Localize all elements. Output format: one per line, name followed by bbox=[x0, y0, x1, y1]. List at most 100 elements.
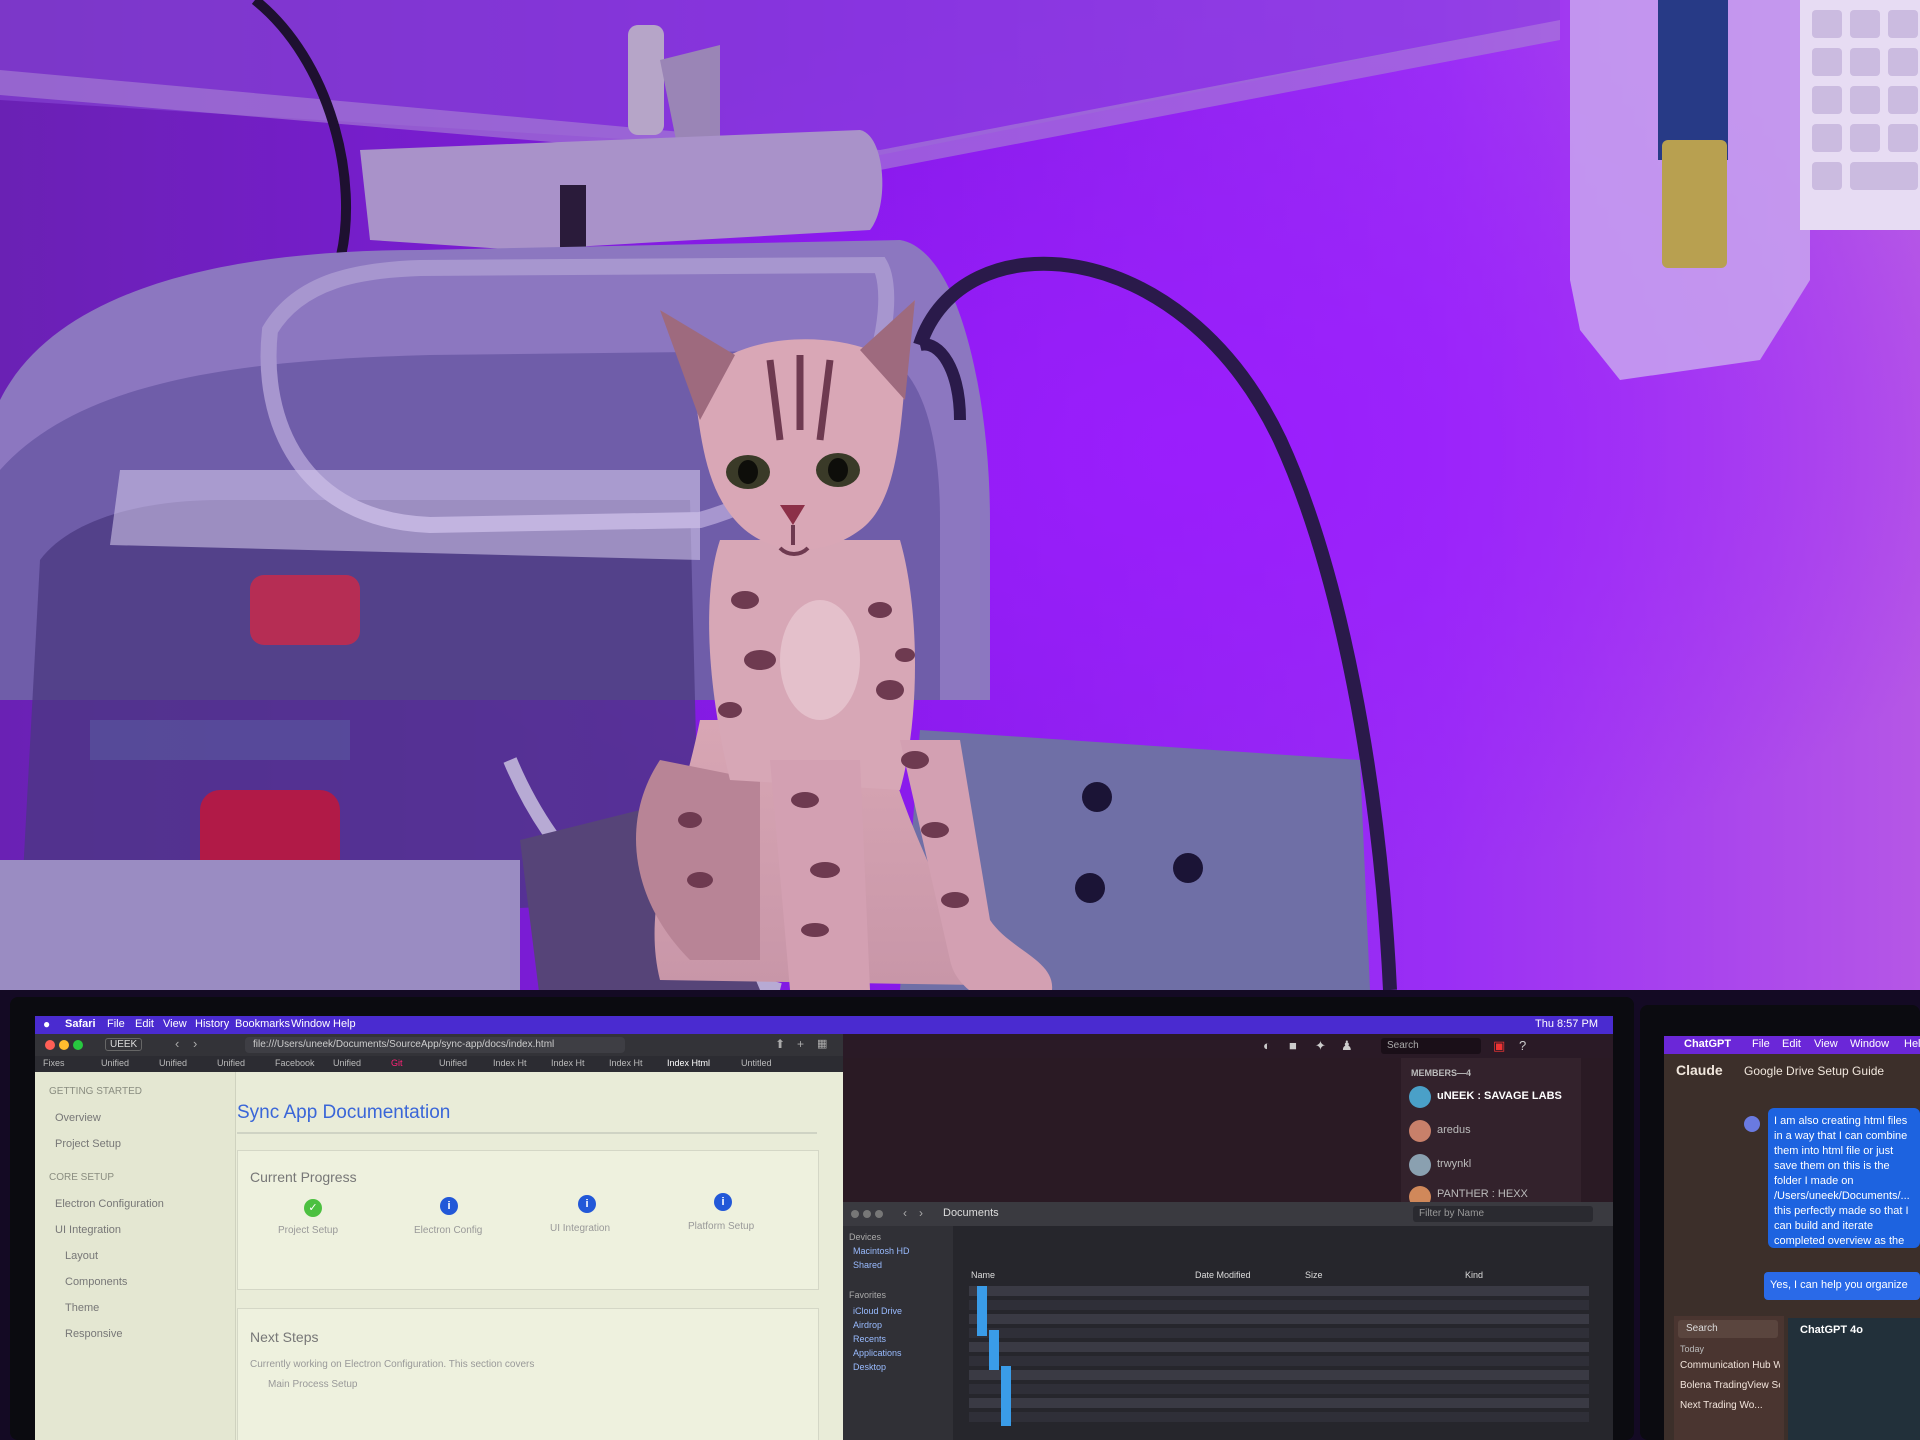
menubar-apple-icon[interactable]: ● bbox=[43, 1017, 50, 1031]
finder-sidebar-item[interactable]: iCloud Drive bbox=[853, 1306, 902, 1316]
buckle bbox=[1662, 140, 1727, 268]
finder-sidebar-item[interactable]: Devices bbox=[849, 1232, 881, 1242]
tab[interactable]: Unified bbox=[101, 1058, 155, 1068]
history-item[interactable]: Next Trading Wo... bbox=[1680, 1400, 1780, 1411]
finder-sidebar-item[interactable]: Applications bbox=[853, 1348, 902, 1358]
side-menubar-help[interactable]: Help bbox=[1904, 1038, 1920, 1050]
sidebar-item-overview[interactable]: Overview bbox=[55, 1112, 101, 1124]
sidebar-item-project-setup[interactable]: Project Setup bbox=[55, 1138, 121, 1150]
pin-icon[interactable]: ✦ bbox=[1315, 1038, 1326, 1054]
sidebar-item-responsive[interactable]: Responsive bbox=[65, 1328, 122, 1340]
menubar-history[interactable]: History bbox=[195, 1018, 229, 1030]
column-header[interactable]: Size bbox=[1305, 1270, 1323, 1280]
minimize-button[interactable] bbox=[863, 1210, 871, 1218]
forward-icon[interactable]: › bbox=[919, 1206, 923, 1220]
step-info-icon: i bbox=[578, 1195, 596, 1213]
zoom-button[interactable] bbox=[73, 1040, 83, 1050]
history-item[interactable]: Bolena TradingView Se... bbox=[1680, 1380, 1780, 1391]
notifications-icon[interactable]: ■ bbox=[1289, 1038, 1297, 1053]
table-row[interactable] bbox=[969, 1412, 1589, 1422]
tab[interactable]: Facebook bbox=[275, 1058, 329, 1068]
address-bar[interactable]: file:///Users/uneek/Documents/SourceApp/… bbox=[245, 1037, 625, 1053]
history-item[interactable]: Communication Hub W... bbox=[1680, 1360, 1780, 1371]
back-icon[interactable]: ‹ bbox=[175, 1036, 179, 1051]
column-header[interactable]: Date Modified bbox=[1195, 1270, 1251, 1280]
table-row[interactable] bbox=[969, 1370, 1589, 1380]
member-avatar[interactable] bbox=[1409, 1086, 1431, 1108]
table-row[interactable] bbox=[969, 1314, 1589, 1324]
member-name[interactable]: uNEEK : SAVAGE LABS bbox=[1437, 1090, 1562, 1102]
tab[interactable]: Index Ht bbox=[551, 1058, 605, 1068]
chat-search[interactable]: Search bbox=[1381, 1038, 1481, 1054]
conversation-title[interactable]: Google Drive Setup Guide bbox=[1744, 1064, 1914, 1078]
member-name[interactable]: PANTHER : HEXX bbox=[1437, 1188, 1528, 1200]
side-menubar-file[interactable]: File bbox=[1752, 1038, 1770, 1050]
column-header[interactable]: Kind bbox=[1465, 1270, 1483, 1280]
sidebar-item-theme[interactable]: Theme bbox=[65, 1302, 99, 1314]
side-menubar-app[interactable]: ChatGPT bbox=[1684, 1038, 1731, 1050]
sidebar-item-layout[interactable]: Layout bbox=[65, 1250, 98, 1262]
tab[interactable]: Fixes bbox=[43, 1058, 97, 1068]
close-button[interactable] bbox=[851, 1210, 859, 1218]
zoom-button[interactable] bbox=[875, 1210, 883, 1218]
sidebar-item-electron[interactable]: Electron Configuration bbox=[55, 1198, 164, 1210]
share-icon[interactable]: ⬆ bbox=[775, 1037, 785, 1051]
finder-sidebar-item[interactable]: Favorites bbox=[849, 1290, 886, 1300]
finder-sidebar-item[interactable]: Recents bbox=[853, 1334, 886, 1344]
side-menubar-edit[interactable]: Edit bbox=[1782, 1038, 1801, 1050]
tab-group-label[interactable]: UEEK bbox=[105, 1038, 143, 1051]
member-avatar[interactable] bbox=[1409, 1120, 1431, 1142]
step-glyph: ✓ bbox=[308, 1202, 318, 1214]
close-button[interactable] bbox=[45, 1040, 55, 1050]
member-name[interactable]: aredus bbox=[1437, 1124, 1471, 1136]
strap bbox=[1658, 0, 1728, 160]
tab[interactable]: Unified bbox=[217, 1058, 271, 1068]
table-row[interactable] bbox=[969, 1300, 1589, 1310]
menubar-app[interactable]: Safari bbox=[65, 1018, 96, 1030]
table-row[interactable] bbox=[969, 1286, 1589, 1296]
tab[interactable]: Index Ht bbox=[609, 1058, 663, 1068]
help-icon[interactable]: ? bbox=[1519, 1038, 1526, 1053]
menubar-file[interactable]: File bbox=[107, 1018, 125, 1030]
finder-sidebar-item[interactable]: Macintosh HD bbox=[853, 1246, 910, 1256]
table-row[interactable] bbox=[969, 1398, 1589, 1408]
sidebar-item-components[interactable]: Components bbox=[65, 1276, 127, 1288]
inbox-icon[interactable]: ▣ bbox=[1493, 1038, 1505, 1054]
finder-sidebar-item[interactable]: Shared bbox=[853, 1260, 882, 1270]
threads-icon[interactable]: ◐ bbox=[1263, 1038, 1271, 1053]
side-menubar-view[interactable]: View bbox=[1814, 1038, 1838, 1050]
column-header[interactable]: Name bbox=[971, 1270, 995, 1280]
menubar-bookmarks[interactable]: Bookmarks bbox=[235, 1018, 290, 1030]
menubar-edit[interactable]: Edit bbox=[135, 1018, 154, 1030]
tab[interactable]: Unified bbox=[333, 1058, 387, 1068]
finder-sidebar-item[interactable]: Desktop bbox=[853, 1362, 886, 1372]
finder-sidebar-item[interactable]: Airdrop bbox=[853, 1320, 882, 1330]
tab[interactable]: Unified bbox=[159, 1058, 213, 1068]
minimize-button[interactable] bbox=[59, 1040, 69, 1050]
tab[interactable]: Unified bbox=[439, 1058, 489, 1068]
table-row[interactable] bbox=[969, 1328, 1589, 1338]
table-row[interactable] bbox=[969, 1356, 1589, 1366]
back-icon[interactable]: ‹ bbox=[903, 1206, 907, 1220]
side-menubar-window[interactable]: Window bbox=[1850, 1038, 1889, 1050]
folder-icon bbox=[989, 1330, 999, 1370]
menubar-window[interactable]: Window bbox=[291, 1018, 330, 1030]
member-name[interactable]: trwynkl bbox=[1437, 1158, 1471, 1170]
tab[interactable]: Untitled bbox=[741, 1058, 801, 1068]
forward-icon[interactable]: › bbox=[193, 1036, 197, 1051]
table-row[interactable] bbox=[969, 1342, 1589, 1352]
sidebar-item-ui-integration[interactable]: UI Integration bbox=[55, 1224, 121, 1236]
user-message-text: I am also creating html files in a way t… bbox=[1774, 1115, 1910, 1247]
tab[interactable]: Index Html bbox=[667, 1058, 735, 1068]
member-avatar[interactable] bbox=[1409, 1154, 1431, 1176]
tab[interactable]: Index Ht bbox=[493, 1058, 547, 1068]
finder-filter[interactable]: Filter by Name bbox=[1413, 1206, 1593, 1222]
tab[interactable]: Git bbox=[391, 1058, 435, 1068]
table-row[interactable] bbox=[969, 1384, 1589, 1394]
menubar-view[interactable]: View bbox=[163, 1018, 187, 1030]
menubar-help[interactable]: Help bbox=[333, 1018, 356, 1030]
tab-overview-icon[interactable]: ▦ bbox=[817, 1037, 827, 1050]
new-tab-icon[interactable]: + bbox=[797, 1037, 804, 1051]
members-icon[interactable]: ♟ bbox=[1341, 1038, 1353, 1054]
history-search[interactable]: Search bbox=[1678, 1320, 1778, 1338]
